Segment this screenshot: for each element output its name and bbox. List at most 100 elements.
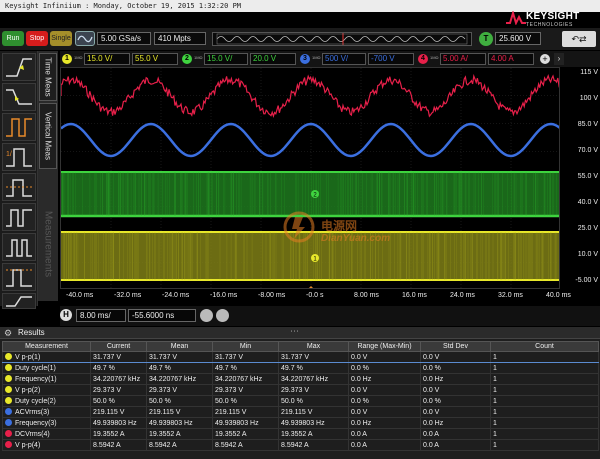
table-row[interactable]: Duty cycle(2) 50.0 % 50.0 % 50.0 % 50.0 % 0.0… <box>2 395 599 407</box>
measurement-value-cell: 0.0 V <box>348 351 421 363</box>
trigger-level-field[interactable]: 25.600 V <box>495 32 541 45</box>
channel-4-offset[interactable]: 4.00 A <box>488 53 534 65</box>
y-tick-label: 70.0 V <box>577 147 598 154</box>
measurement-name-cell: Frequency(1) <box>2 373 91 385</box>
add-channel-button[interactable]: + <box>540 54 550 64</box>
column-header[interactable]: Mean <box>146 341 213 352</box>
reference-icon[interactable] <box>216 309 229 322</box>
horizontal-scale-field[interactable]: 8.00 ms/ <box>76 309 126 322</box>
x-tick-label: -16.0 ms <box>210 292 238 299</box>
trigger-mode-palette: 1/ <box>0 51 38 309</box>
channel-1-badge[interactable]: 1 <box>62 54 72 64</box>
measurement-value-cell: 0.0 Hz <box>348 417 421 429</box>
window-icon <box>6 239 32 257</box>
resize-grip-icon[interactable]: ⋯ <box>290 326 299 337</box>
column-header[interactable]: Std Dev <box>420 341 491 352</box>
table-row[interactable]: ACVrms(3) 219.115 V 219.115 V 219.115 V 219.… <box>2 406 599 418</box>
tab-measurements[interactable]: Measurements <box>39 191 57 296</box>
tool-pulse-width[interactable]: 1/ <box>2 143 36 171</box>
table-row[interactable]: Duty cycle(1) 49.7 % 49.7 % 49.7 % 49.7 % 0.0… <box>2 362 599 374</box>
measurement-name-cell: Duty cycle(2) <box>2 395 91 407</box>
column-header[interactable]: Max <box>278 341 349 352</box>
column-header[interactable]: Min <box>212 341 279 352</box>
undo-button[interactable]: ↶⇄ <box>562 31 596 47</box>
measurement-value-cell: 49.7 % <box>212 362 279 374</box>
measurement-value-cell: 0.0 Hz <box>420 417 491 429</box>
column-header[interactable]: Count <box>490 341 599 352</box>
horizontal-badge[interactable]: H <box>60 309 72 321</box>
channel-3-badge[interactable]: 3 <box>300 54 310 64</box>
results-panel: ⚙ Results ⋯ Measurement Current Mean Min Max… <box>0 326 600 459</box>
channel-2-impedance: 1MΩ <box>194 55 203 60</box>
trigger-position-marker <box>309 286 313 288</box>
right-axis: 115 V 100 V 85.0 V 70.0 V 55.0 V 40.0 V 25.0 V… <box>562 67 600 289</box>
channel-4-scale[interactable]: 5.00 A/ <box>440 53 486 65</box>
autoscale-button[interactable] <box>75 31 95 46</box>
table-row[interactable]: DCVrms(4) 19.3552 A 19.3552 A 19.3552 A 19.3… <box>2 428 599 440</box>
measurement-value-cell: 0.0 A <box>420 439 491 451</box>
tool-window[interactable] <box>2 233 36 261</box>
single-button[interactable]: Single <box>50 31 72 46</box>
table-row[interactable]: Frequency(3) 49.939803 Hz 49.939803 Hz 49.9… <box>2 417 599 429</box>
table-row[interactable]: V p-p(4) 8.5942 A 8.5942 A 8.5942 A 8.5942 A… <box>2 439 599 451</box>
run-button[interactable]: Run <box>2 31 24 46</box>
measurement-value-cell: 219.115 V <box>146 406 213 418</box>
acquisition-timeline[interactable] <box>212 32 472 46</box>
measurement-value-cell: 0.0 % <box>348 395 421 407</box>
tool-setup-hold[interactable] <box>2 263 36 291</box>
column-header[interactable]: Current <box>90 341 147 352</box>
table-row[interactable]: V p-p(1) 31.737 V 31.737 V 31.737 V 31.737 V… <box>2 351 599 363</box>
measurement-value-cell: 49.939803 Hz <box>212 417 279 429</box>
channel-scroll-right-button[interactable]: › <box>554 53 564 65</box>
measurement-value-cell: 0.0 % <box>420 395 491 407</box>
tab-vertical-meas[interactable]: Vertical Meas <box>39 103 57 169</box>
waveform-display[interactable]: 21 电源网 DianYuan.com <box>60 67 560 289</box>
memory-depth-field[interactable]: 410 Mpts <box>154 32 206 45</box>
measurement-value-cell: 29.373 V <box>212 384 279 396</box>
channel-4-badge[interactable]: 4 <box>418 54 428 64</box>
channel-dot-icon <box>5 419 12 426</box>
stop-button[interactable]: Stop <box>26 31 48 46</box>
tab-time-meas[interactable]: Time Meas <box>39 53 57 101</box>
measurement-value-cell: 0.0 Hz <box>420 373 491 385</box>
edge-then-edge-icon <box>6 89 32 105</box>
measurement-value-cell: 0.0 V <box>348 406 421 418</box>
table-row[interactable]: Frequency(1) 34.220767 kHz 34.220767 kHz 34… <box>2 373 599 385</box>
zoom-icon[interactable] <box>200 309 213 322</box>
sample-rate-field[interactable]: 5.00 GSa/s <box>97 32 151 45</box>
horizontal-position-field[interactable]: -55.6000 ns <box>128 309 196 322</box>
table-row[interactable]: V p-p(2) 29.373 V 29.373 V 29.373 V 29.373 V… <box>2 384 599 396</box>
time-axis: -40.0 ms -32.0 ms -24.0 ms -16.0 ms -8.00 ms… <box>60 292 580 304</box>
channel-1-scale[interactable]: 15.0 V/ <box>84 53 130 65</box>
setup-hold-icon <box>6 269 32 287</box>
channel-3-scale[interactable]: 500 V/ <box>322 53 366 65</box>
tool-edge-then-edge[interactable] <box>2 83 36 111</box>
channel-2-offset[interactable]: 20.0 V <box>250 53 296 65</box>
measurement-value-cell: 49.939803 Hz <box>278 417 349 429</box>
watermark-en: DianYuan.com <box>321 233 391 244</box>
channel-2-scale[interactable]: 15.0 V/ <box>204 53 248 65</box>
trigger-badge[interactable]: T <box>479 32 493 46</box>
measurement-value-cell: 1 <box>490 351 599 363</box>
channel-2-badge[interactable]: 2 <box>182 54 192 64</box>
tool-runt[interactable] <box>2 173 36 201</box>
channel-3-offset[interactable]: -700 V <box>368 53 414 65</box>
measurement-value-cell: 34.220767 kHz <box>212 373 279 385</box>
channel-1-offset[interactable]: 55.0 V <box>132 53 178 65</box>
tool-glitch-trigger[interactable] <box>2 113 36 141</box>
tool-transition[interactable] <box>2 293 36 309</box>
horizontal-bar: H 8.00 ms/ -55.6000 ns <box>60 306 600 326</box>
acquisition-bar: Run Stop Single 5.00 GSa/s 410 Mpts T 25… <box>0 28 600 50</box>
gear-icon[interactable]: ⚙ <box>4 328 12 339</box>
measurement-value-cell: 50.0 % <box>146 395 213 407</box>
column-header[interactable]: Range (Max-Min) <box>348 341 421 352</box>
measurement-value-cell: 219.115 V <box>90 406 147 418</box>
results-header: ⚙ Results ⋯ <box>0 326 600 339</box>
measurement-value-cell: 50.0 % <box>212 395 279 407</box>
column-header[interactable]: Measurement <box>2 341 91 352</box>
results-header-row: Measurement Current Mean Min Max Range (Max-M… <box>2 341 599 352</box>
measurement-name-cell: Duty cycle(1) <box>2 362 91 374</box>
tool-timeout[interactable] <box>2 203 36 231</box>
tool-edge-trigger[interactable] <box>2 53 36 81</box>
measurement-name-cell: ACVrms(3) <box>2 406 91 418</box>
